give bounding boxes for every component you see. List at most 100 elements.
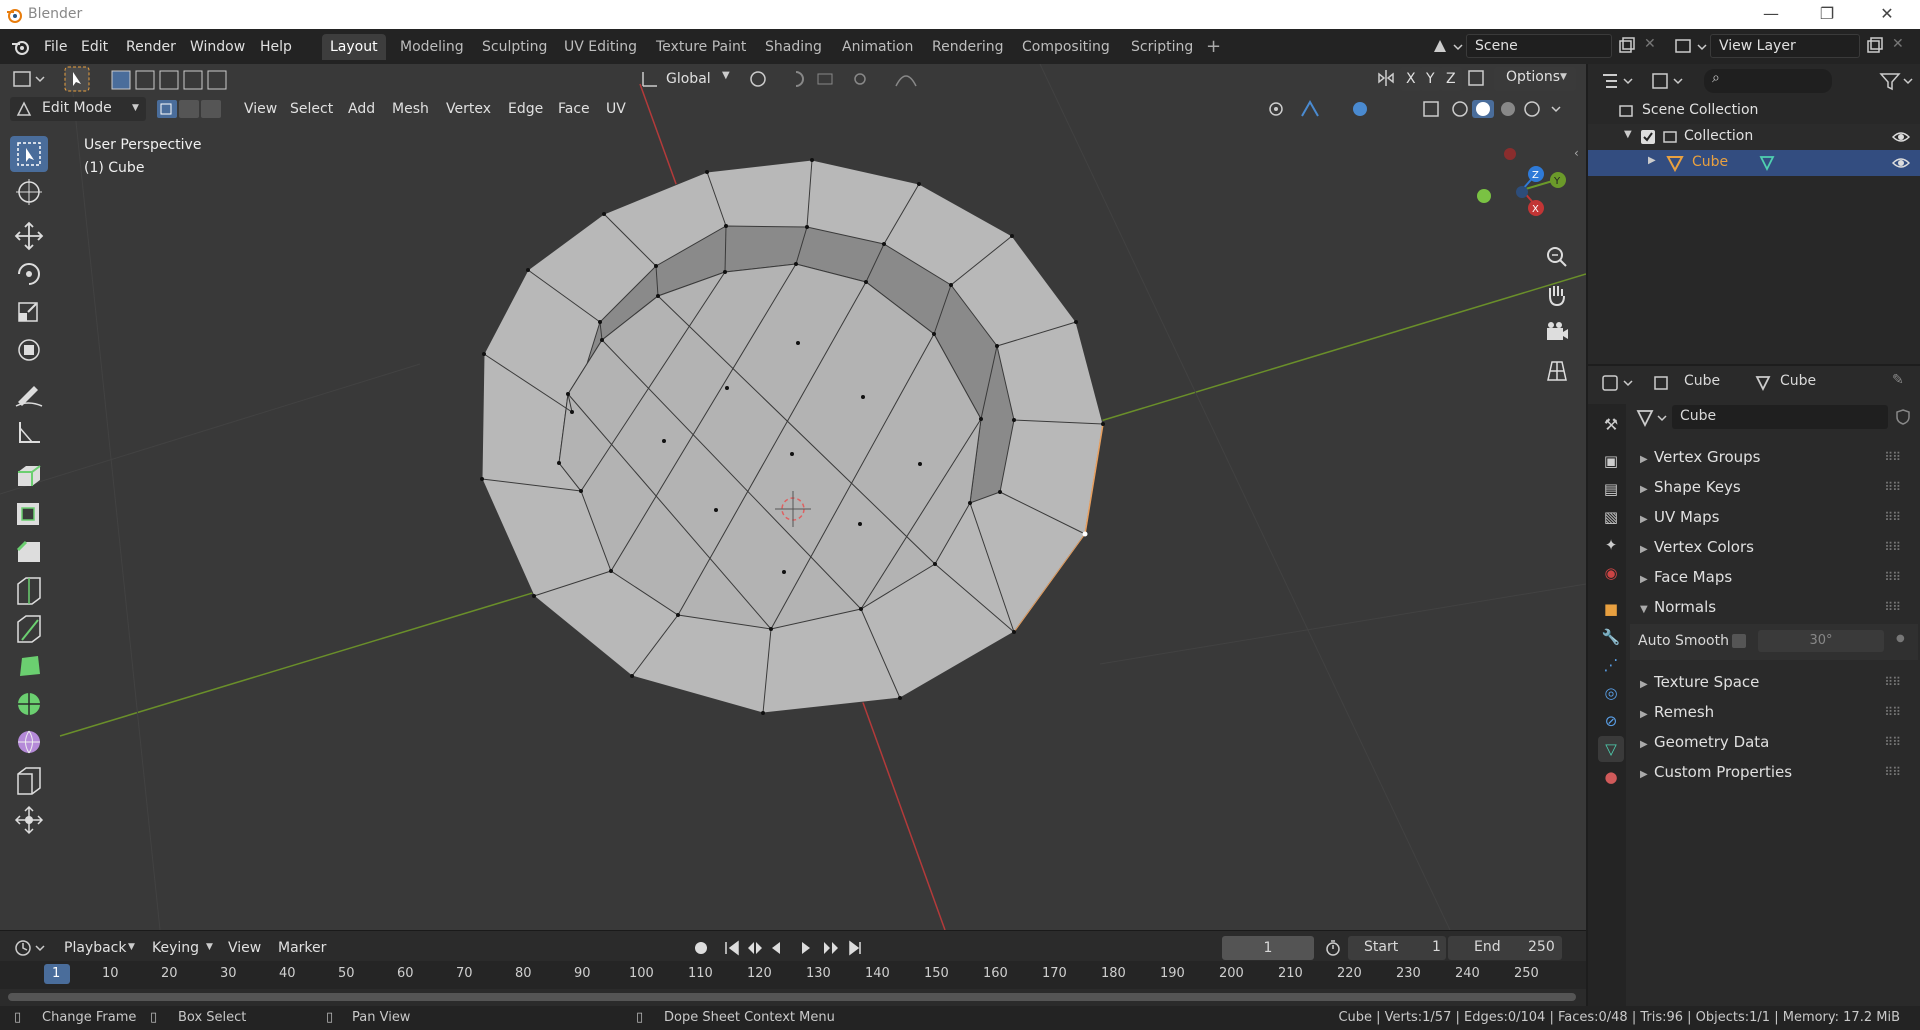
- tool-tab-icon[interactable]: ⚒: [1598, 412, 1624, 438]
- drag-handle-icon[interactable]: ⠿⠿: [1884, 668, 1901, 696]
- annotate-tool-icon[interactable]: [10, 376, 48, 412]
- delete-view-layer-icon[interactable]: ✕: [1892, 36, 1904, 52]
- particles-tab-icon[interactable]: ⋰: [1598, 652, 1624, 678]
- view-layer-tab-icon[interactable]: ▧: [1598, 504, 1624, 530]
- mode-dropdown[interactable]: Edit Mode ▼: [10, 97, 146, 121]
- display-mode-icon[interactable]: [1650, 70, 1686, 92]
- smooth-tool-icon[interactable]: [10, 724, 48, 760]
- properties-editor[interactable]: Cube Cube ✎ ⚒ ▣ ▤ ▧ ✦ ◉ ■ 🔧 ⋰ ◎ ⊘ ▽ ● Cu…: [1588, 366, 1920, 1006]
- drag-handle-icon[interactable]: ⠿⠿: [1884, 728, 1901, 756]
- viewport-canvas[interactable]: [0, 64, 1586, 930]
- proportional-edit-icon[interactable]: [892, 68, 932, 90]
- menu-render[interactable]: Render: [120, 36, 182, 58]
- options-dropdown[interactable]: Options ▼: [1494, 67, 1576, 91]
- menu-edit[interactable]: Edit: [75, 36, 114, 58]
- panel-custom-properties[interactable]: ▶ Custom Properties ⠿⠿: [1640, 758, 1910, 786]
- tab-sculpting[interactable]: Sculpting: [474, 34, 555, 60]
- outliner-row-cube[interactable]: ▶ Cube: [1588, 150, 1920, 176]
- maximize-button[interactable]: ❐: [1812, 3, 1842, 25]
- inset-faces-tool-icon[interactable]: [10, 496, 48, 532]
- tab-texture-paint[interactable]: Texture Paint: [648, 34, 754, 60]
- select-tool-icon[interactable]: [64, 66, 90, 92]
- drag-handle-icon[interactable]: ⠿⠿: [1884, 563, 1901, 591]
- camera-view-icon[interactable]: [1540, 316, 1574, 350]
- menu-window[interactable]: Window: [184, 36, 251, 58]
- physics-tab-icon[interactable]: ◎: [1598, 680, 1624, 706]
- menu-file[interactable]: File: [38, 36, 73, 58]
- transform-tool-icon[interactable]: [10, 332, 48, 368]
- blender-menu-icon[interactable]: [10, 37, 32, 57]
- modifier-tab-icon[interactable]: 🔧: [1598, 624, 1624, 650]
- zoom-icon[interactable]: [1540, 240, 1574, 274]
- start-frame-field[interactable]: Start 1: [1348, 936, 1446, 960]
- loop-cut-tool-icon[interactable]: [10, 572, 48, 608]
- keying-menu[interactable]: Keying: [146, 936, 205, 960]
- marker-menu[interactable]: Marker: [272, 936, 332, 960]
- drag-handle-icon[interactable]: ⠿⠿: [1884, 698, 1901, 726]
- context-object-label[interactable]: Cube: [1684, 373, 1720, 389]
- vertex-edge-face-mode-icons[interactable]: [156, 99, 222, 119]
- transform-orientation-icon[interactable]: [640, 69, 660, 89]
- output-tab-icon[interactable]: ▤: [1598, 476, 1624, 502]
- editor-type-icon[interactable]: [12, 68, 48, 90]
- object-tab-icon[interactable]: ■: [1598, 596, 1624, 622]
- panel-shape-keys[interactable]: ▶ Shape Keys ⠿⠿: [1640, 473, 1910, 501]
- rotate-tool-icon[interactable]: [10, 256, 48, 292]
- mirror-y-button[interactable]: Y: [1420, 67, 1441, 91]
- minimize-button[interactable]: —: [1756, 3, 1786, 25]
- menu-uv[interactable]: UV: [600, 97, 632, 121]
- 3d-viewport[interactable]: Global ▼ X Y Z Options ▼ Edit Mode ▼ Vie…: [0, 64, 1586, 930]
- move-tool-icon[interactable]: [10, 218, 48, 254]
- mirror-icon[interactable]: [1376, 68, 1396, 88]
- panel-uv-maps[interactable]: ▶ UV Maps ⠿⠿: [1640, 503, 1910, 531]
- outliner-row-collection[interactable]: ▼ Collection: [1588, 124, 1920, 150]
- menu-view[interactable]: View: [238, 97, 283, 121]
- outliner-editor[interactable]: ⌕ Scene Collection ▼ Collection ▶ Cube: [1588, 64, 1920, 364]
- spin-tool-icon[interactable]: [10, 686, 48, 722]
- mirror-z-button[interactable]: Z: [1440, 67, 1462, 91]
- auto-smooth-angle-field[interactable]: 30°: [1758, 630, 1884, 652]
- drag-handle-icon[interactable]: ⠿⠿: [1884, 533, 1901, 561]
- tab-compositing[interactable]: Compositing: [1014, 34, 1118, 60]
- fake-user-shield-icon[interactable]: [1894, 408, 1912, 426]
- stopwatch-icon[interactable]: [1324, 939, 1342, 957]
- outliner-search-input[interactable]: ⌕: [1704, 69, 1832, 93]
- mesh-object-cube[interactable]: [480, 158, 1105, 715]
- knife-tool-icon[interactable]: [10, 610, 48, 646]
- outliner-row-scene-collection[interactable]: Scene Collection: [1588, 98, 1920, 124]
- view-layer-field[interactable]: View Layer: [1710, 34, 1860, 58]
- menu-face[interactable]: Face: [552, 97, 596, 121]
- tab-uv-editing[interactable]: UV Editing: [556, 34, 645, 60]
- edge-slide-tool-icon[interactable]: [10, 762, 48, 798]
- timeline-view-menu[interactable]: View: [222, 936, 267, 960]
- material-tab-icon[interactable]: ●: [1598, 764, 1624, 790]
- menu-mesh[interactable]: Mesh: [386, 97, 435, 121]
- delete-scene-icon[interactable]: ✕: [1644, 36, 1656, 52]
- scene-name-field[interactable]: Scene: [1466, 34, 1612, 58]
- tab-modeling[interactable]: Modeling: [392, 34, 472, 60]
- render-tab-icon[interactable]: ▣: [1598, 448, 1624, 474]
- eye-icon[interactable]: [1892, 155, 1910, 171]
- drag-handle-icon[interactable]: ⠿⠿: [1884, 593, 1901, 621]
- panel-face-maps[interactable]: ▶ Face Maps ⠿⠿: [1640, 563, 1910, 591]
- world-tab-icon[interactable]: ◉: [1598, 560, 1624, 586]
- mesh-data-tab-icon[interactable]: ▽: [1598, 736, 1624, 762]
- mirror-x-button[interactable]: X: [1400, 67, 1422, 91]
- pan-hand-icon[interactable]: [1540, 278, 1574, 312]
- tab-scripting[interactable]: Scripting: [1123, 34, 1201, 60]
- current-frame-field[interactable]: 1: [1222, 936, 1314, 960]
- menu-edge[interactable]: Edge: [502, 97, 549, 121]
- drag-handle-icon[interactable]: ⠿⠿: [1884, 443, 1901, 471]
- playback-controls[interactable]: [690, 937, 870, 959]
- frame-ruler[interactable]: 1 10 20 30 40 50 60 70 80 90 100 110 120…: [0, 961, 1586, 989]
- new-scene-icon[interactable]: [1618, 37, 1636, 55]
- pin-icon[interactable]: ✎: [1892, 372, 1904, 388]
- bevel-tool-icon[interactable]: [10, 534, 48, 570]
- view-layer-selector-icon[interactable]: [1674, 36, 1708, 58]
- keyframe-dot-icon[interactable]: ●: [1896, 633, 1905, 644]
- panel-remesh[interactable]: ▶ Remesh ⠿⠿: [1640, 698, 1910, 726]
- extrude-tool-icon[interactable]: [10, 458, 48, 494]
- menu-help[interactable]: Help: [254, 36, 298, 58]
- selection-mode-icons[interactable]: [110, 69, 230, 91]
- select-box-tool-icon[interactable]: [10, 136, 48, 172]
